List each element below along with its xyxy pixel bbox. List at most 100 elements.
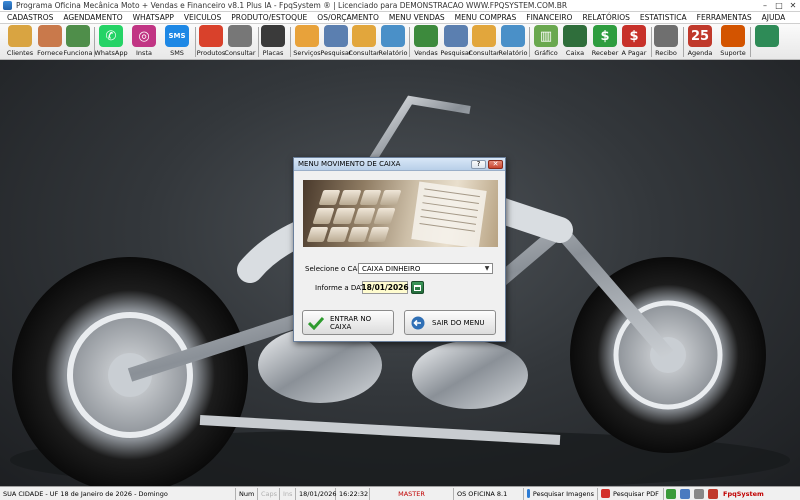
toolbar-button-a-pagar-20[interactable]: $ A Pagar	[620, 25, 648, 59]
chevron-down-icon[interactable]: ▼	[482, 264, 492, 273]
search-pdf-button[interactable]: Pesquisar PDF	[598, 487, 664, 500]
toolbar-label: Pesquisar	[440, 49, 472, 57]
settings-tray-icon[interactable]	[694, 488, 704, 499]
search-sales-icon	[444, 25, 468, 47]
toolbar-button-vendas-13[interactable]: Vendas	[412, 25, 440, 59]
instagram-icon: ◎	[132, 25, 156, 47]
menu-ajuda[interactable]: AJUDA	[757, 13, 791, 22]
caixa-select[interactable]: CAIXA DINHEIRO ▼	[358, 263, 493, 274]
toolbar-button-pesquisar-10[interactable]: Pesquisar	[320, 25, 352, 59]
exit-arrow-icon	[410, 315, 426, 331]
toolbar-button-fornece-1[interactable]: Fornece	[36, 25, 64, 59]
date-value: 18/01/2026	[361, 283, 409, 292]
minimize-button[interactable]: –	[758, 0, 772, 11]
menu-compras[interactable]: MENU COMPRAS	[450, 13, 522, 22]
menu-vendas[interactable]: MENU VENDAS	[384, 13, 450, 22]
support-icon	[721, 25, 745, 47]
receipt-icon	[654, 25, 678, 47]
toolbar-label: Relatório	[498, 49, 528, 57]
main-toolbar: Clientes Fornece Funciona ✆ WhatsApp ◎ Insta SM…	[0, 24, 800, 60]
toolbar-button-insta-4[interactable]: ◎ Insta	[130, 25, 158, 59]
toolbar-label: Consultar	[224, 49, 256, 57]
receive-money-icon: $	[593, 25, 617, 47]
toolbar-button-funciona-2[interactable]: Funciona	[63, 25, 93, 59]
toolbar-button-caixa-18[interactable]: Caixa	[561, 25, 589, 59]
toolbar-button-whatsapp-3[interactable]: ✆ WhatsApp	[94, 25, 128, 59]
toolbar-button-relat-rio-12[interactable]: Relatório	[378, 25, 408, 59]
dialog-help-button[interactable]: ?	[471, 159, 486, 169]
date-field[interactable]: 18/01/2026	[361, 281, 409, 294]
toolbar-label: Funciona	[63, 49, 93, 57]
status-date: 18/01/2026	[296, 487, 336, 500]
menu-relatorios[interactable]: RELATÓRIOS	[577, 13, 634, 22]
menu-estatistica[interactable]: ESTATISTICA	[635, 13, 692, 22]
toolbar-label: Receber	[591, 49, 619, 57]
toolbar-button-receber-19[interactable]: $ Receber	[591, 25, 619, 59]
toolbar-button-relat-rio-16[interactable]: Relatório	[498, 25, 528, 59]
image-icon	[527, 489, 530, 498]
toolbar-separator	[258, 27, 259, 57]
alert-tray-icon[interactable]	[708, 488, 718, 499]
search-pdf-label: Pesquisar PDF	[613, 489, 659, 498]
dialog-title-bar: MENU MOVIMENTO DE CAIXA ? ✕	[294, 158, 505, 171]
toolbar-button-clientes-0[interactable]: Clientes	[6, 25, 34, 59]
menu-os-orcamento[interactable]: OS/ORÇAMENTO	[312, 13, 384, 22]
search-images-button[interactable]: Pesquisar Imagens	[524, 487, 598, 500]
toolbar-button-consultar-7[interactable]: Consultar	[224, 25, 256, 59]
toolbar-separator	[195, 27, 196, 57]
toolbar-button-recibo-21[interactable]: Recibo	[652, 25, 680, 59]
toolbar-button-placas-8[interactable]: Placas	[259, 25, 287, 59]
menu-agendamento[interactable]: AGENDAMENTO	[58, 13, 127, 22]
toolbar-button-consultar-15[interactable]: Consultar	[468, 25, 500, 59]
menu-cadastros[interactable]: CADASTROS	[2, 13, 58, 22]
toolbar-button-consultar-11[interactable]: Consultar	[348, 25, 380, 59]
toolbar-label: Consultar	[468, 49, 500, 57]
search-os-icon	[324, 25, 348, 47]
toolbar-separator	[529, 27, 530, 57]
exit-menu-button[interactable]: SAIR DO MENU	[404, 310, 496, 335]
status-bar: SUA CIDADE - UF 18 de Janeiro de 2026 - …	[0, 486, 800, 500]
network-tray-icon[interactable]	[680, 488, 690, 499]
toolbar-separator	[683, 27, 684, 57]
enter-caixa-button[interactable]: ENTRAR NO CAIXA	[302, 310, 394, 335]
toolbar-label: Pesquisar	[320, 49, 352, 57]
toolbar-separator	[290, 27, 291, 57]
menu-bar: CADASTROS AGENDAMENTO WHATSAPP VEICULOS …	[0, 12, 800, 24]
products-icon	[199, 25, 223, 47]
dialog-close-button[interactable]: ✕	[488, 159, 503, 169]
toolbar-button-suporte-23[interactable]: Suporte	[719, 25, 747, 59]
exit-menu-label: SAIR DO MENU	[432, 318, 485, 327]
toolbar-button-servi-os-9[interactable]: Serviços	[293, 25, 321, 59]
toolbar-label: Clientes	[6, 49, 34, 57]
toolbar-label: Fornece	[37, 49, 63, 57]
calendar-picker-icon[interactable]	[411, 281, 424, 294]
menu-produto-estoque[interactable]: PRODUTO/ESTOQUE	[226, 13, 312, 22]
pay-money-icon: $	[622, 25, 646, 47]
toolbar-button-agenda-22[interactable]: 25 Agenda	[686, 25, 714, 59]
calendar-icon: 25	[688, 25, 712, 47]
menu-ferramentas[interactable]: FERRAMENTAS	[692, 13, 757, 22]
services-icon	[295, 25, 319, 47]
enter-caixa-label: ENTRAR NO CAIXA	[330, 314, 372, 331]
exit-icon	[755, 25, 779, 47]
toolbar-label: Vendas	[414, 49, 438, 57]
toolbar-button-sms-5[interactable]: SMS SMS	[163, 25, 191, 59]
employee-icon	[66, 25, 90, 47]
status-version: OS OFICINA 8.1	[454, 487, 524, 500]
menu-whatsapp[interactable]: WHATSAPP	[128, 13, 179, 22]
brand-label: FpqSystem	[723, 489, 764, 498]
toolbar-button-produtos-6[interactable]: Produtos	[197, 25, 225, 59]
toolbar-button-pesquisar-14[interactable]: Pesquisar	[440, 25, 472, 59]
whatsapp-tray-icon[interactable]	[666, 488, 676, 499]
toolbar-label: Placas	[262, 49, 284, 57]
checkmark-icon	[308, 315, 324, 331]
menu-veiculos[interactable]: VEICULOS	[179, 13, 226, 22]
toolbar-label: Relatório	[378, 49, 408, 57]
close-window-button[interactable]: ✕	[786, 0, 800, 11]
toolbar-button-gr-fico-17[interactable]: ▥ Gráfico	[532, 25, 560, 59]
supplier-icon	[38, 25, 62, 47]
toolbar-label: Agenda	[687, 49, 713, 57]
toolbar-button-exit-24[interactable]	[753, 25, 781, 59]
menu-financeiro[interactable]: FINANCEIRO	[521, 13, 577, 22]
maximize-button[interactable]: □	[772, 0, 786, 11]
